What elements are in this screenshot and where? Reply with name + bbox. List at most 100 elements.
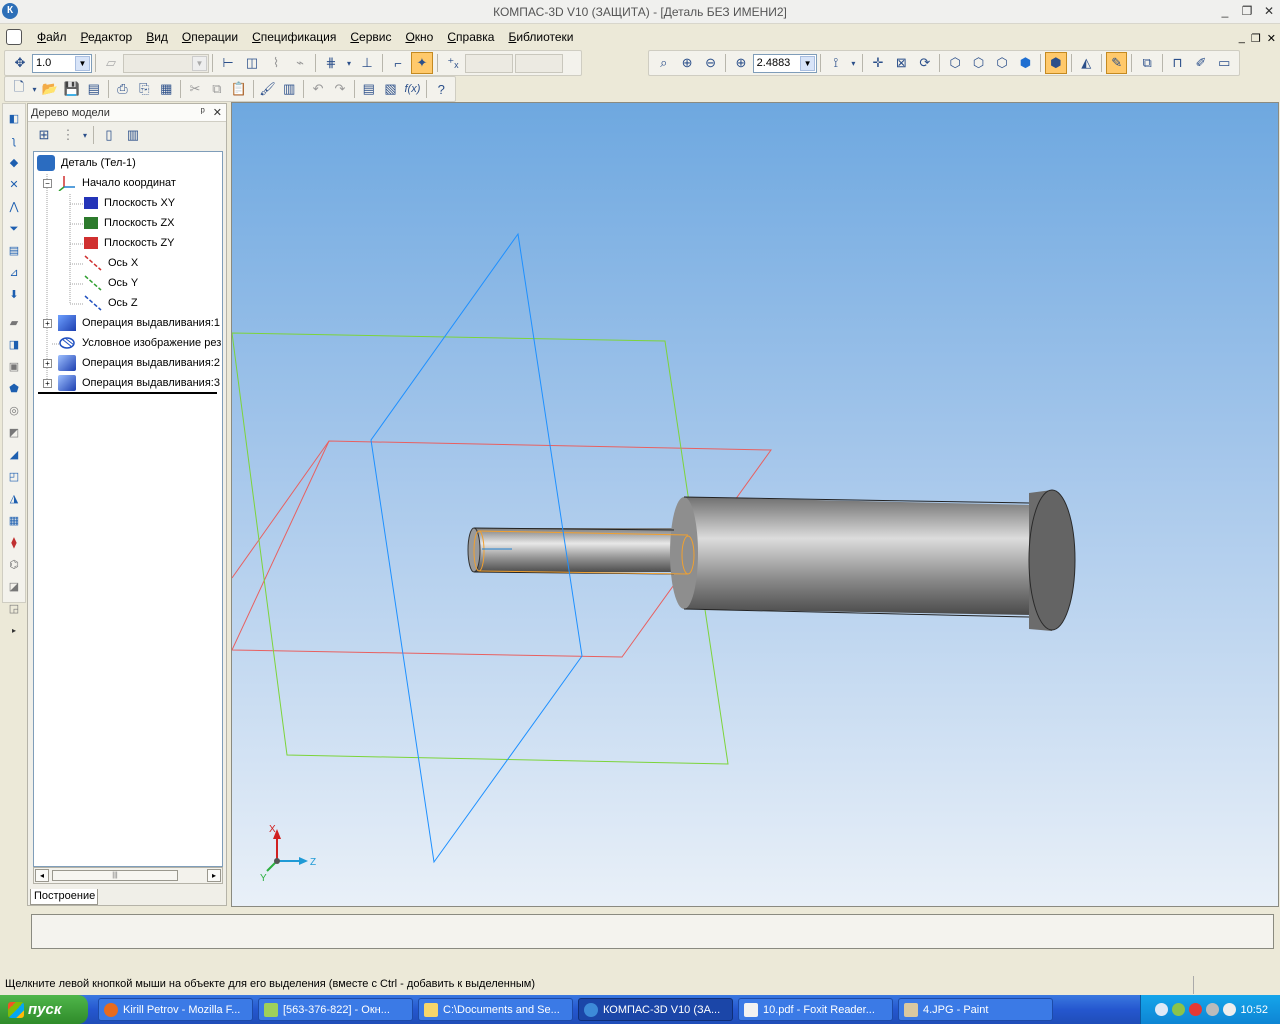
variables-icon[interactable]: f(x) xyxy=(403,78,423,100)
perspective-icon[interactable]: ◭ xyxy=(1076,52,1097,74)
task-explorer[interactable]: C:\Documents and Se... xyxy=(418,998,573,1021)
chevron-down-icon[interactable]: ▾ xyxy=(344,52,354,74)
detach-icon[interactable]: ⌇ xyxy=(265,52,287,74)
chamfer-icon[interactable]: ◢ xyxy=(5,446,23,464)
document-icon[interactable] xyxy=(6,29,22,45)
properties-icon[interactable]: ✐ xyxy=(1190,52,1211,74)
tree-structure-icon[interactable]: ⊞ xyxy=(33,124,55,146)
shaded-icon[interactable]: ⬢ xyxy=(1015,52,1036,74)
layer-icon[interactable]: ▱ xyxy=(100,52,122,74)
attach-icon[interactable]: ⌁ xyxy=(289,52,311,74)
start-button[interactable]: пуск xyxy=(0,995,88,1024)
maximize-button[interactable]: ❐ xyxy=(1240,4,1254,18)
tray-record-icon[interactable] xyxy=(1189,1003,1203,1016)
rotate-icon[interactable]: ⟳ xyxy=(914,52,935,74)
tree-split-icon[interactable]: ▥ xyxy=(122,124,144,146)
zoom-combo[interactable]: 2.4883 ▼ xyxy=(752,53,818,73)
tree-node-axis-z[interactable]: Ось Z xyxy=(84,293,138,313)
panel-close-icon[interactable]: ✕ xyxy=(213,106,222,119)
shaded-edges-icon[interactable]: ⬢ xyxy=(1045,52,1067,74)
tray-arrow-icon[interactable] xyxy=(1155,1003,1169,1016)
close-button[interactable]: ✕ xyxy=(1262,4,1276,18)
tree-node-plane-zy[interactable]: Плоскость ZY xyxy=(84,233,175,253)
step-combo[interactable]: 1.0 ▼ xyxy=(32,53,92,73)
chevron-right-icon[interactable]: ▸ xyxy=(5,622,23,640)
menu-specification[interactable]: Спецификация xyxy=(245,30,343,44)
tree-horizontal-scrollbar[interactable]: ◂ ||| ▸ xyxy=(33,867,223,884)
property-panel[interactable] xyxy=(31,914,1274,949)
wireframe-icon[interactable]: ⬡ xyxy=(944,52,965,74)
orientation-icon[interactable]: ⟟ xyxy=(825,52,846,74)
zoom-out-icon[interactable]: ⊖ xyxy=(700,52,721,74)
tree-display-icon[interactable]: ⋮ xyxy=(57,124,79,146)
model-viewport[interactable]: X Z Y xyxy=(231,102,1279,907)
cursor-coords-icon[interactable]: ⁺ₓ xyxy=(442,52,464,74)
panel-toggle-icon[interactable]: ▭ xyxy=(1214,52,1235,74)
task-kompas[interactable]: КОМПАС-3D V10 (ЗА... xyxy=(578,998,733,1021)
libraries-icon[interactable]: ▧ xyxy=(381,78,401,100)
paste-icon[interactable]: 📋 xyxy=(229,78,249,100)
elements-icon[interactable]: ⬇ xyxy=(5,286,23,304)
snap-icon[interactable]: ✦ xyxy=(411,52,433,74)
shell-icon[interactable]: ◰ xyxy=(5,468,23,486)
task-chat[interactable]: [563-376-822] - Окн... xyxy=(258,998,413,1021)
specification-icon[interactable]: ▤ xyxy=(5,242,23,260)
zoom-window-icon[interactable]: ⌕ xyxy=(653,52,674,74)
chevron-down-icon[interactable]: ▼ xyxy=(75,55,90,71)
menu-view[interactable]: Вид xyxy=(139,30,175,44)
collar-face[interactable] xyxy=(1028,489,1076,631)
zoom-in-icon[interactable]: ⊕ xyxy=(676,52,697,74)
tray-volume-icon[interactable] xyxy=(1223,1003,1237,1016)
menu-file[interactable]: Файл xyxy=(30,30,74,44)
tab-construction[interactable]: Построение xyxy=(30,889,98,905)
collapse-icon[interactable]: − xyxy=(43,178,52,188)
tray-agent-icon[interactable] xyxy=(1172,1003,1186,1016)
tree-node-plane-zx[interactable]: Плоскость ZX xyxy=(84,213,175,233)
scroll-left-button[interactable]: ◂ xyxy=(35,869,49,882)
menu-window[interactable]: Окно xyxy=(398,30,440,44)
clock[interactable]: 10:52 xyxy=(1240,1004,1268,1016)
auxiliary-geometry-icon[interactable]: ✕ xyxy=(5,176,23,194)
chevron-down-icon[interactable]: ▼ xyxy=(192,55,207,71)
tree-node-thread[interactable]: Условное изображение резьбы xyxy=(58,333,222,353)
menu-operations[interactable]: Операции xyxy=(175,30,245,44)
plane-icon[interactable]: ◫ xyxy=(241,52,263,74)
menu-service[interactable]: Сервис xyxy=(343,30,398,44)
task-paint[interactable]: 4.JPG - Paint xyxy=(898,998,1053,1021)
coord-y-field[interactable] xyxy=(515,53,563,73)
copy-icon[interactable]: ⧉ xyxy=(207,78,227,100)
layer-combo[interactable]: ▼ xyxy=(123,53,209,73)
thin-hidden-icon[interactable]: ⬡ xyxy=(991,52,1012,74)
chevron-down-icon[interactable]: ▼ xyxy=(800,55,816,71)
help-pointer-icon[interactable]: ? xyxy=(431,78,451,100)
menu-help[interactable]: Справка xyxy=(440,30,501,44)
editing-details-icon[interactable]: ◧ xyxy=(5,110,23,128)
tree-node-axis-y[interactable]: Ось Y xyxy=(84,273,138,293)
doc-maximize-button[interactable]: ❐ xyxy=(1251,32,1261,45)
new-document-icon[interactable]: 🗋 xyxy=(9,78,29,100)
array-icon[interactable]: ▦ xyxy=(5,512,23,530)
grid-icon[interactable]: ⋕ xyxy=(320,52,342,74)
tree-node-plane-xy[interactable]: Плоскость XY xyxy=(84,193,175,213)
filters-icon[interactable]: ⏷ xyxy=(5,220,23,238)
hidden-lines-icon[interactable]: ⬡ xyxy=(968,52,989,74)
extrude-icon[interactable]: ▰ xyxy=(5,314,23,332)
tree-node-origin[interactable]: − Начало координат xyxy=(43,173,176,193)
spatial-curves-icon[interactable]: ʅ xyxy=(5,132,23,150)
measure-icon[interactable]: ⊓ xyxy=(1167,52,1188,74)
save-icon[interactable]: 💾 xyxy=(62,78,82,100)
menu-edit[interactable]: Редактор xyxy=(74,30,140,44)
redo-icon[interactable]: ↷ xyxy=(330,78,350,100)
cut-icon[interactable]: ✂ xyxy=(185,78,205,100)
tray-network-icon[interactable] xyxy=(1206,1003,1220,1016)
model-tree[interactable]: Деталь (Тел-1) − Начало координат Плоско… xyxy=(33,151,223,867)
tree-relations-icon[interactable]: ▯ xyxy=(98,124,120,146)
properties-icon[interactable]: ▤ xyxy=(84,78,104,100)
print-icon[interactable]: ⎙ xyxy=(113,78,133,100)
scroll-thumb[interactable]: ||| xyxy=(52,870,178,881)
undo-icon[interactable]: ↶ xyxy=(308,78,328,100)
expand-icon[interactable]: + xyxy=(43,378,52,388)
body-large[interactable] xyxy=(684,497,1032,615)
minimize-button[interactable]: _ xyxy=(1218,4,1232,18)
thread-icon[interactable]: ⌬ xyxy=(5,556,23,574)
